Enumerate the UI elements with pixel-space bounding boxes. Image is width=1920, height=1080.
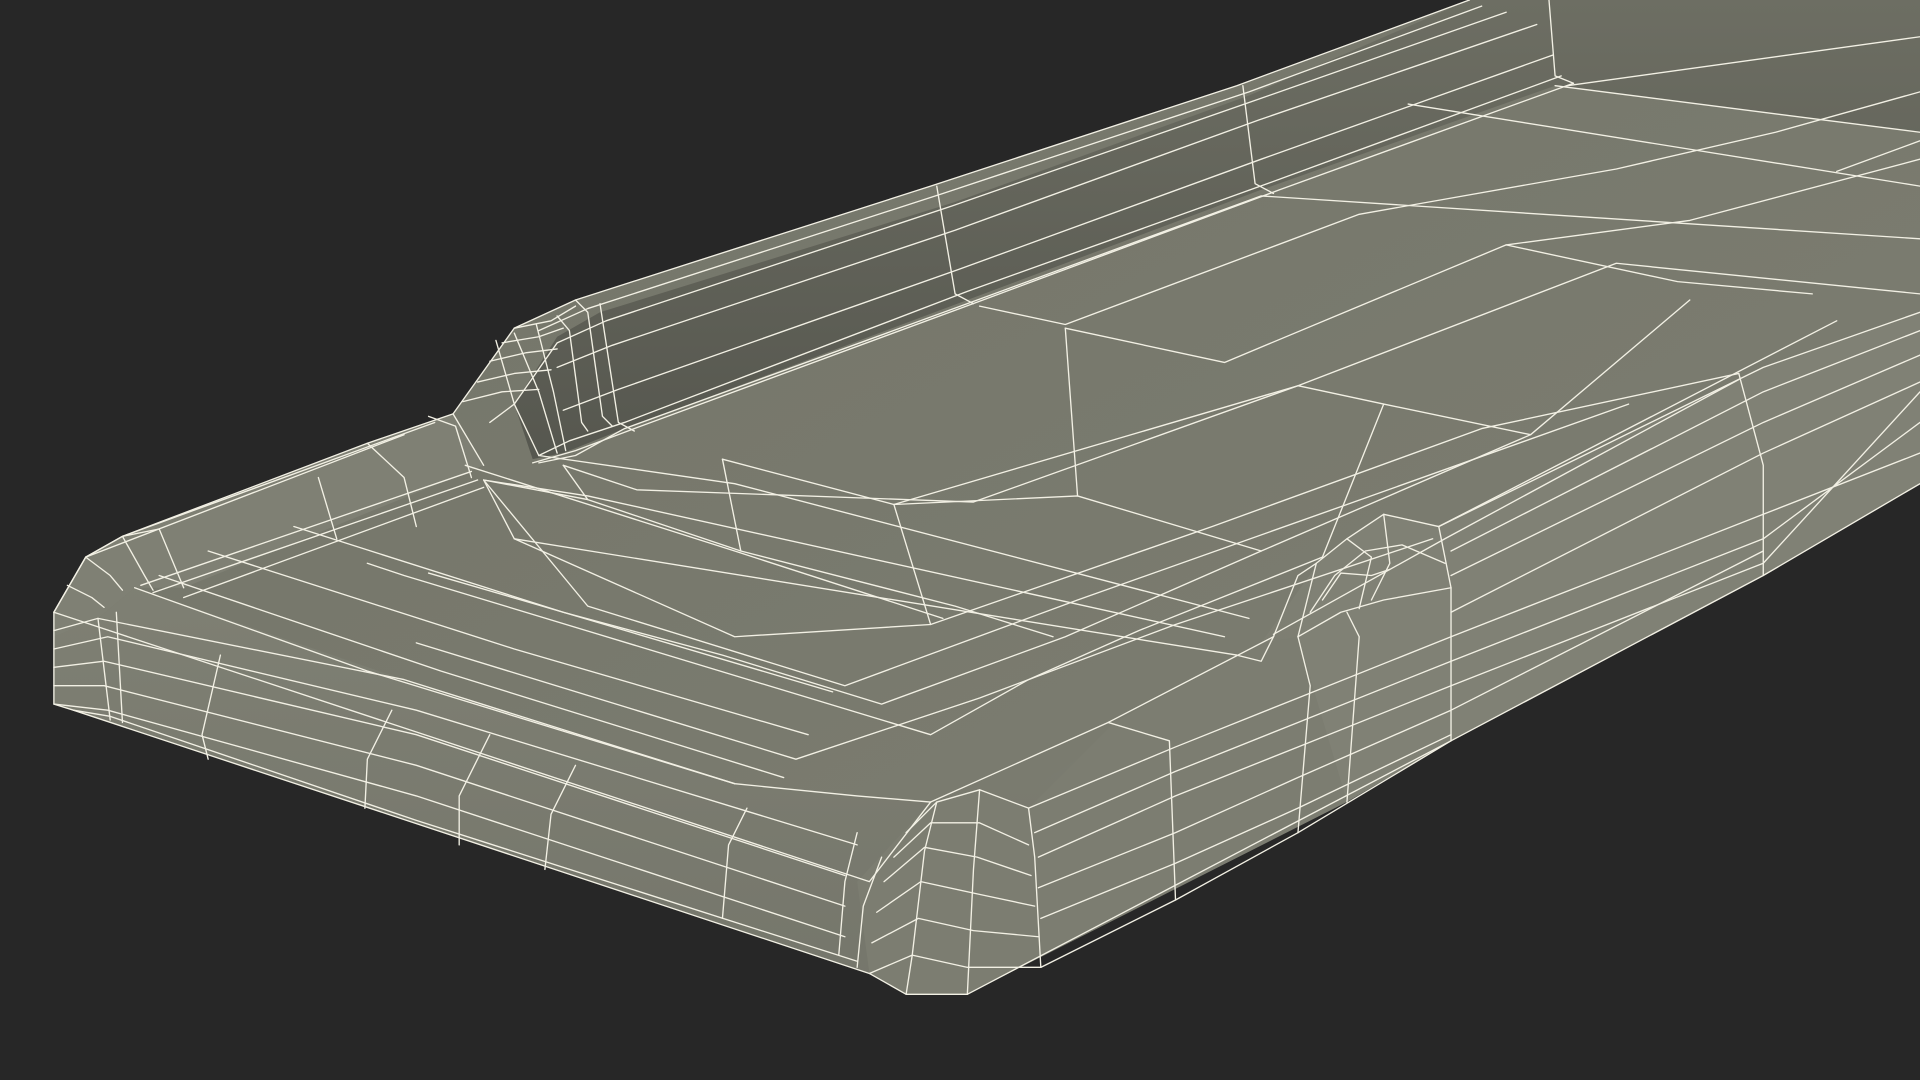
render-viewport [0,0,1920,1080]
wireframe-render [53,0,1920,995]
